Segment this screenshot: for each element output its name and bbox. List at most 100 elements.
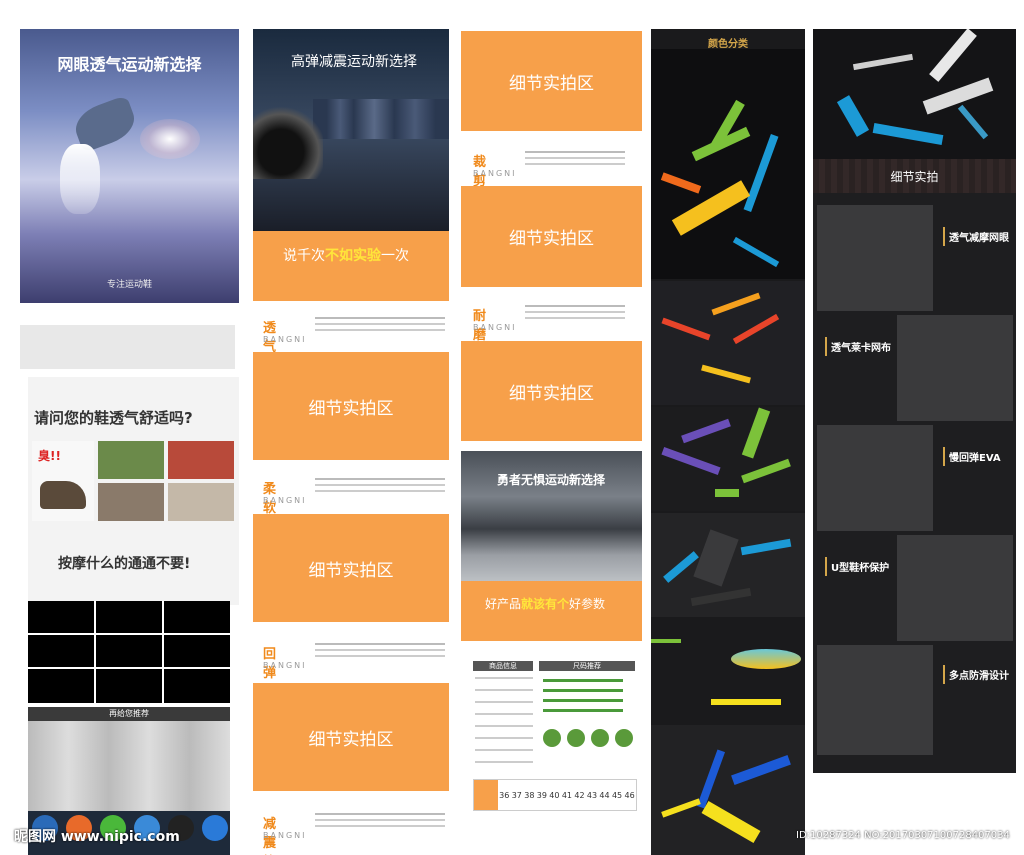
feature-icon (567, 729, 585, 747)
red-shoe-piece (732, 313, 780, 345)
size-cell: 46 (624, 790, 635, 800)
detail-photo-area: 细节实拍区 (253, 514, 449, 622)
poster-title: 网眼透气运动新选择 (57, 55, 202, 74)
column-1: 网眼透气运动新选择 专注运动鞋 请问您的鞋透气舒适吗? 臭!! 按摩什么的通通不… (20, 29, 239, 855)
spec-lines (475, 677, 533, 679)
feature-label: 透气减摩网眼 (943, 227, 1013, 246)
color-panel (651, 407, 805, 511)
white-shoe-piece (929, 29, 977, 82)
photo-2 (168, 441, 234, 479)
feature-photo (897, 315, 1013, 421)
watermark-logo: 昵图网 www.nipic.com (14, 829, 180, 845)
green-shoe-piece (741, 407, 771, 459)
feature-icon (591, 729, 609, 747)
slogan-prefix: 说千次 (283, 248, 325, 264)
feature-photo (897, 535, 1013, 641)
photo-grid (98, 441, 238, 521)
purple-shoe-piece (681, 418, 731, 444)
size-cell: 36 (499, 790, 510, 800)
section-desc (525, 151, 625, 153)
size-row: 36 37 38 39 40 41 42 43 44 45 46 (473, 779, 637, 811)
blue-shoe-piece (957, 104, 989, 140)
size-cell: 39 (536, 790, 547, 800)
section-sub: BANGNI (473, 169, 517, 178)
table-head-left: 商品信息 (473, 661, 533, 671)
black-shoe-piece (693, 529, 739, 587)
dont-want-text: 按摩什么的通通不要! (58, 556, 191, 572)
sun-glow (140, 119, 200, 159)
stinky-shoe-photo: 臭!! (32, 441, 94, 521)
color-panel (651, 619, 805, 723)
poster-footer: 专注运动鞋 (106, 280, 152, 290)
size-cell: 44 (599, 790, 610, 800)
section-desc (315, 643, 445, 645)
poster-title: 勇者无惧运动新选择 (497, 473, 606, 487)
color-panel (651, 49, 805, 279)
grid-cell (164, 635, 230, 667)
grid-cell (96, 635, 162, 667)
detail-photo-area: 细节实拍区 (461, 31, 642, 131)
color-panel (651, 281, 805, 405)
detail-tag: 细节实拍 (890, 170, 939, 184)
size-cell: 42 (574, 790, 585, 800)
blue-shoe-piece (696, 749, 726, 809)
yellow-shoe-piece (661, 798, 701, 818)
table-head-right: 尺码推荐 (539, 661, 635, 671)
feature-icon (615, 729, 633, 747)
feature-photo (817, 425, 933, 531)
black-shoe-piece (690, 587, 752, 607)
section-sub: BANGNI (473, 323, 517, 332)
watermark-id: ID:10287324 NO:20170307100728407034 (796, 830, 1010, 841)
color-panel (651, 513, 805, 617)
size-cell: 45 (611, 790, 623, 800)
column-5: 细节实拍 透气减摩网眼 透气莱卡网布 慢回弹EVA U型鞋杯保护 多点防滑设计 (813, 29, 1016, 773)
question-section: 请问您的鞋透气舒适吗? 臭!! 按摩什么的通通不要! (28, 377, 239, 605)
color-title: 颜色分类 (708, 39, 748, 50)
size-cell: 40 (549, 790, 560, 800)
feature-label: 透气莱卡网布 (825, 337, 895, 356)
grey-strip (20, 325, 235, 369)
size-row-label (474, 780, 498, 810)
photo-4 (168, 483, 234, 521)
insole-icon (731, 649, 801, 669)
recommend-header: 再给您推荐 (28, 707, 230, 721)
size-cell: 38 (524, 790, 535, 800)
blue-shoe-piece (731, 755, 791, 785)
red-shoe-piece (661, 317, 711, 341)
section-sub: BANGNI (263, 496, 307, 505)
params-suffix: 好参数 (569, 597, 606, 611)
motorcycle-icon (253, 89, 323, 179)
blue-shoe-piece (663, 551, 699, 583)
blue-shoe-piece (743, 134, 779, 212)
stinky-label: 臭!! (38, 449, 61, 463)
feature-icon (543, 729, 561, 747)
question-title: 请问您的鞋透气舒适吗? (34, 409, 193, 427)
section-sub: BANGNI (263, 335, 307, 344)
city-skyline (313, 99, 449, 139)
section-sub: BANGNI (263, 661, 307, 670)
grid-cell (164, 669, 230, 703)
feature-label: 多点防滑设计 (943, 665, 1013, 684)
yellow-shoe-piece (701, 800, 761, 844)
rating-bars (543, 679, 623, 682)
green-shoe-piece (651, 639, 681, 643)
blue-shoe-piece (732, 236, 780, 268)
slogan-suffix: 一次 (381, 248, 409, 264)
green-shoe-piece (741, 458, 791, 484)
hero-shapes (813, 29, 1016, 159)
mountain-poster: 勇者无惧运动新选择 (461, 451, 642, 581)
section-desc (315, 317, 445, 319)
detail-photo-area: 细节实拍区 (253, 683, 449, 791)
detail-photo-area: 细节实拍区 (461, 341, 642, 441)
slogan-banner: 说千次不如实验一次 (253, 231, 449, 301)
blue-shoe-piece (872, 122, 944, 146)
feature-label: U型鞋杯保护 (825, 557, 893, 576)
params-prefix: 好产品 (485, 597, 522, 611)
grid-cell (28, 669, 94, 703)
grid-cell (96, 601, 162, 633)
grid-cell (96, 669, 162, 703)
detail-photo-area: 细节实拍区 (253, 352, 449, 460)
blue-shoe-piece (740, 538, 792, 556)
feature-photo (817, 645, 933, 755)
spec-table: 商品信息 尺码推荐 36 37 38 39 40 41 42 43 44 45 … (473, 659, 637, 855)
